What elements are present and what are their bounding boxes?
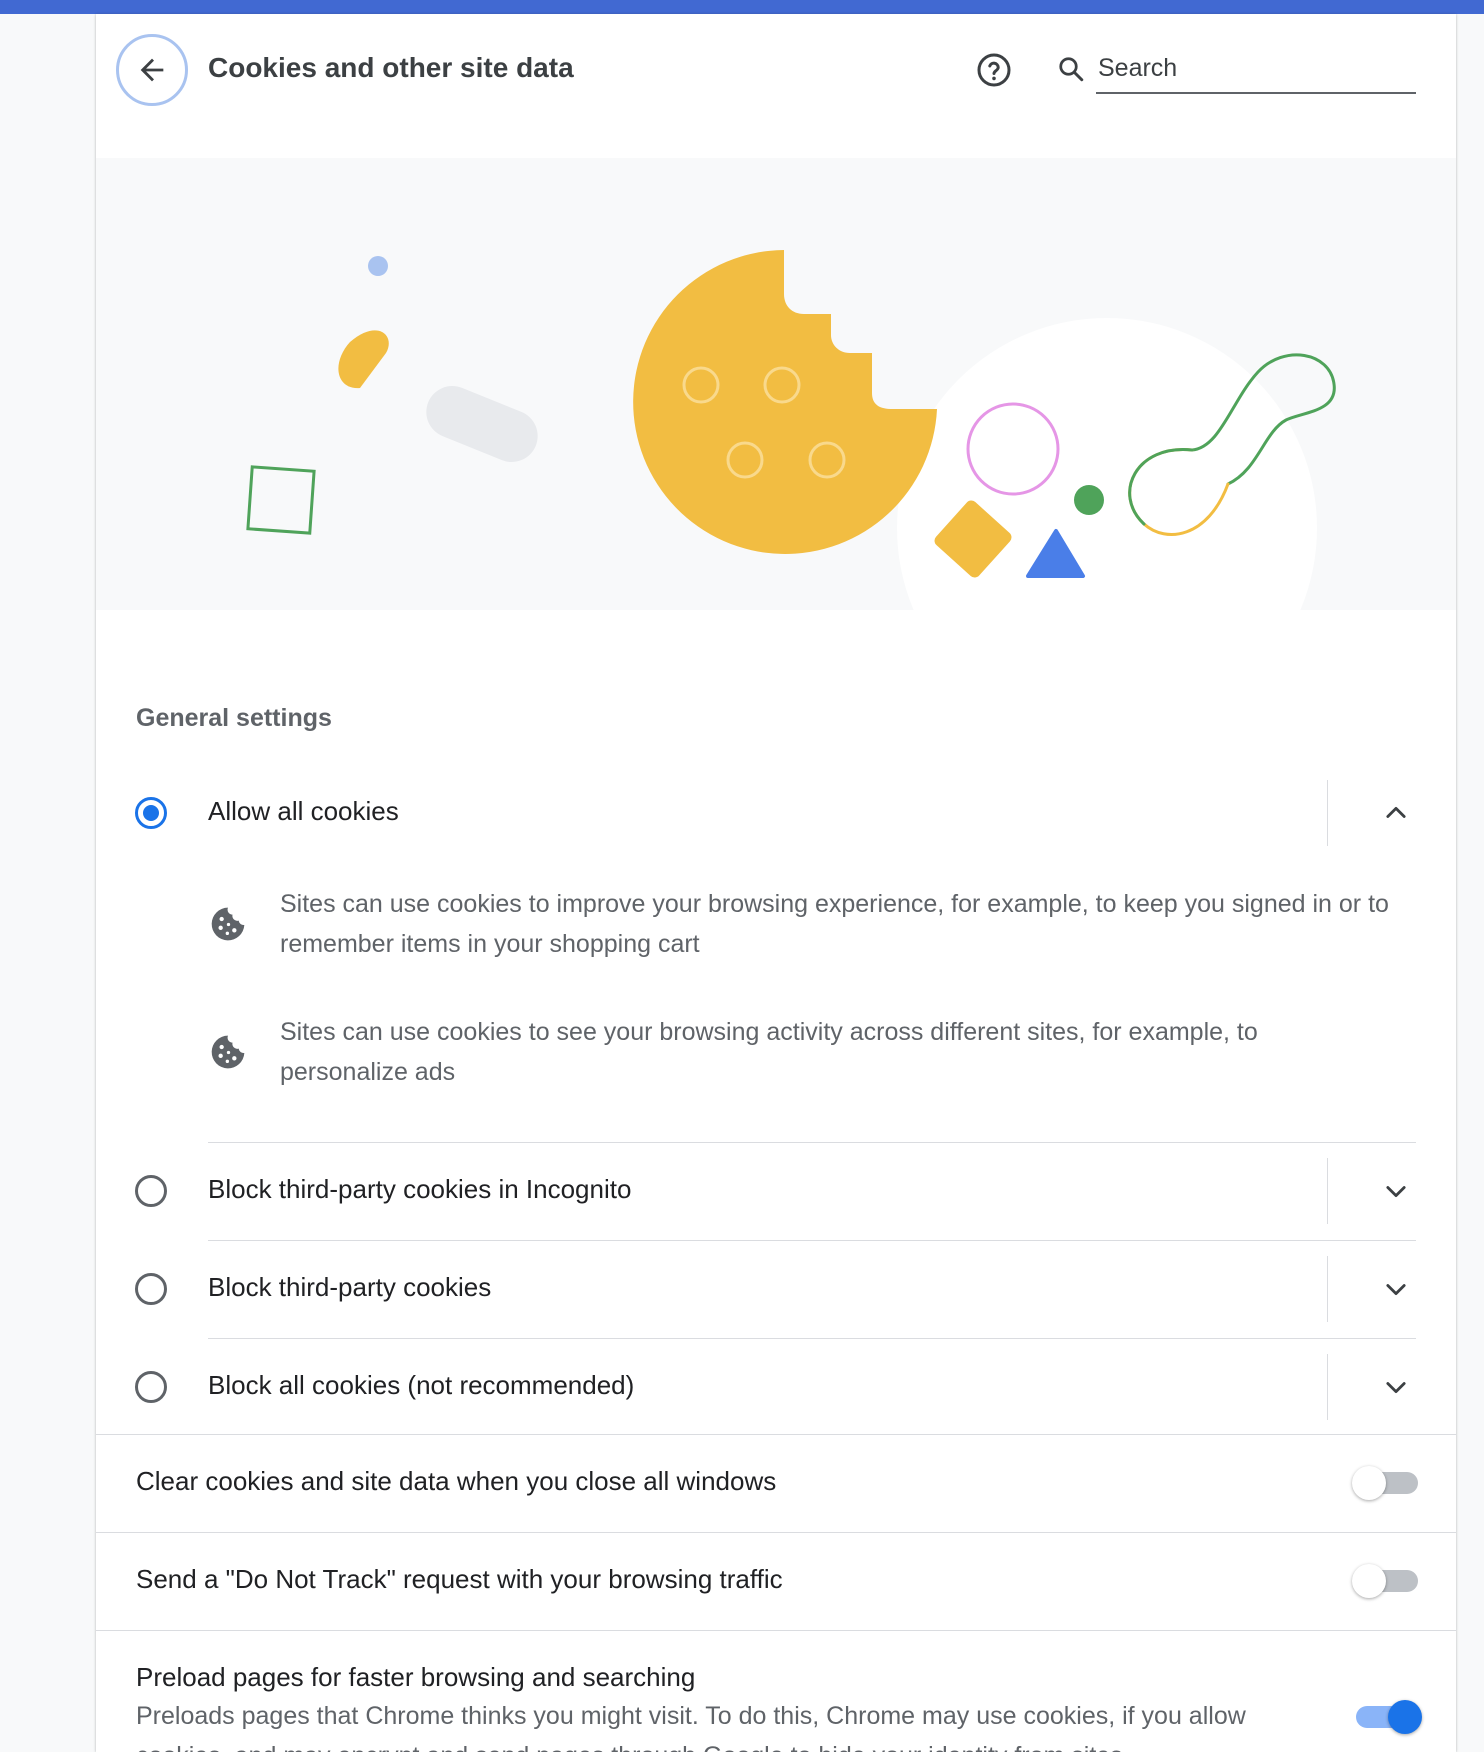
radio-label: Allow all cookies	[208, 796, 399, 826]
setting-do-not-track: Send a "Do Not Track" request with your …	[96, 1532, 1456, 1630]
radio-button-block-incognito[interactable]	[135, 1175, 167, 1207]
gray-pill-shape	[426, 386, 538, 462]
row-divider	[1327, 1158, 1328, 1224]
chevron-down-icon[interactable]	[1382, 1177, 1410, 1205]
search-input[interactable]	[1096, 52, 1416, 94]
setting-sublabel: Preloads pages that Chrome thinks you mi…	[136, 1702, 1246, 1752]
blue-dot-shape	[368, 256, 388, 276]
setting-clear-on-close: Clear cookies and site data when you clo…	[96, 1434, 1456, 1532]
top-accent-bar	[0, 0, 1484, 14]
toggle-preload-pages[interactable]	[1352, 1698, 1422, 1734]
radio-option-allow-all[interactable]: Allow all cookies	[96, 764, 1456, 862]
chevron-down-icon[interactable]	[1382, 1275, 1410, 1303]
radio-label: Block third-party cookies	[208, 1272, 492, 1302]
radio-label: Block all cookies (not recommended)	[208, 1370, 635, 1400]
detail-text: Sites can use cookies to improve your br…	[280, 890, 1389, 958]
toggle-clear-on-close[interactable]	[1352, 1464, 1422, 1500]
yellow-crescent-shape	[338, 330, 389, 389]
row-divider	[1327, 1354, 1328, 1420]
back-button[interactable]	[116, 34, 188, 106]
section-title-general: General settings	[136, 704, 332, 732]
green-square-shape	[246, 465, 316, 535]
radio-button-block-all[interactable]	[135, 1371, 167, 1403]
radio-button-block-third-party[interactable]	[135, 1273, 167, 1305]
cookie-icon	[211, 1035, 245, 1069]
toggle-knob	[1388, 1700, 1422, 1734]
radio-label: Block third-party cookies in Incognito	[208, 1174, 632, 1204]
detail-text: Sites can use cookies to see your browsi…	[280, 1018, 1258, 1086]
cookie-icon	[211, 907, 245, 941]
toggle-do-not-track[interactable]	[1352, 1562, 1422, 1598]
settings-card: Cookies and other site data Search Gener…	[96, 14, 1456, 1752]
toggle-knob	[1352, 1466, 1386, 1500]
help-icon[interactable]	[976, 52, 1012, 88]
toggle-knob	[1352, 1564, 1386, 1598]
row-divider	[1327, 1256, 1328, 1322]
row-divider	[1327, 780, 1328, 846]
search-icon	[1059, 57, 1084, 82]
page-title: Cookies and other site data	[208, 52, 574, 83]
cookies-illustration	[96, 158, 1456, 610]
radio-option-block-third-party[interactable]: Block third-party cookies	[96, 1240, 1456, 1338]
radio-button-allow-all[interactable]	[135, 797, 167, 829]
green-dot-shape	[1074, 485, 1104, 515]
setting-label: Clear cookies and site data when you clo…	[136, 1466, 777, 1496]
radio-option-block-incognito[interactable]: Block third-party cookies in Incognito	[96, 1142, 1456, 1240]
chevron-down-icon[interactable]	[1382, 1373, 1410, 1401]
setting-label: Send a "Do Not Track" request with your …	[136, 1564, 783, 1594]
chevron-up-icon[interactable]	[1382, 799, 1410, 827]
setting-label: Preload pages for faster browsing and se…	[136, 1662, 696, 1692]
setting-preload-pages: Preload pages for faster browsing and se…	[96, 1630, 1456, 1752]
back-arrow-icon	[140, 58, 164, 82]
radio-option-block-all[interactable]: Block all cookies (not recommended)	[96, 1338, 1456, 1436]
